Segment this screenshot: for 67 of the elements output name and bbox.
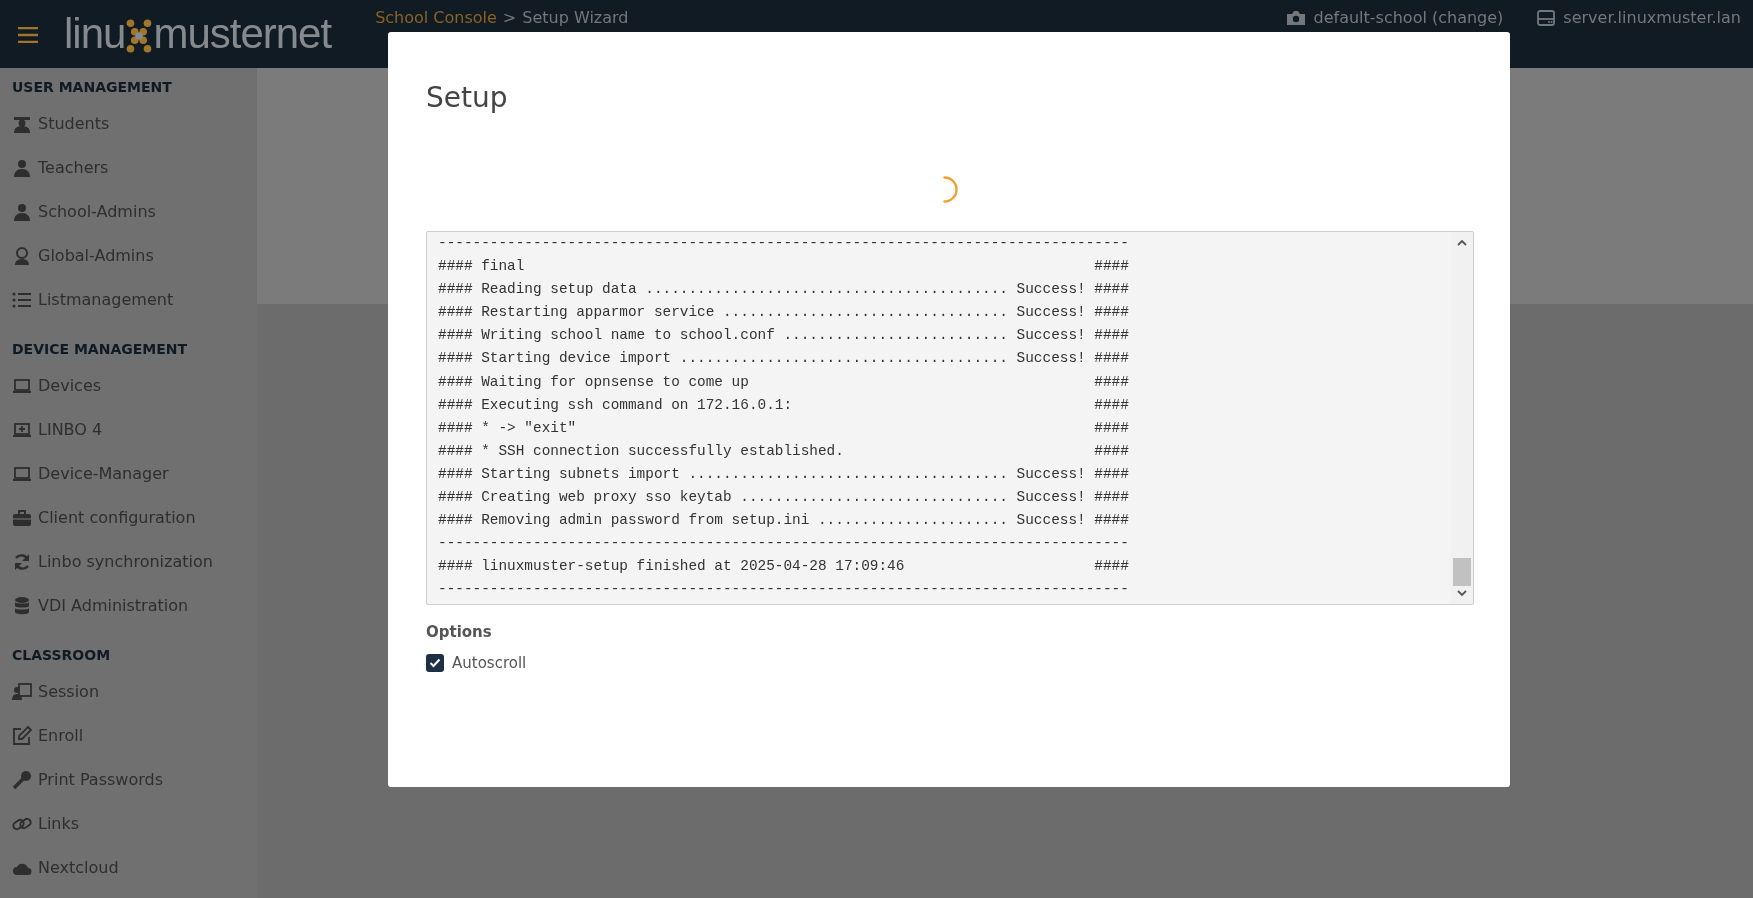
sidebar-heading: DEVICE MANAGEMENT bbox=[12, 340, 189, 359]
server-name: server.linuxmuster.lan bbox=[1563, 7, 1741, 29]
sidebar-link[interactable]: Global-Admins bbox=[12, 234, 257, 278]
sidebar-link[interactable]: Enroll bbox=[12, 714, 257, 758]
logo-text: net bbox=[275, 13, 332, 55]
log-line: #### Writing school name to school.conf .......................... Success! #### bbox=[438, 326, 1130, 346]
breadcrumb-current: Setup Wizard bbox=[522, 7, 629, 29]
log-line: #### Creating web proxy sso keytab ............................... Success! #### bbox=[438, 488, 1130, 508]
sidebar-link[interactable]: Client configuration bbox=[12, 496, 257, 540]
sidebar-link[interactable]: Students bbox=[12, 102, 257, 146]
log-line: -------------------------------------------------------------------------------- bbox=[438, 534, 1130, 554]
logo-mark-icon bbox=[126, 19, 153, 53]
log-line: -------------------------------------------------------------------------------- bbox=[438, 580, 1130, 600]
server-icon bbox=[1537, 10, 1556, 26]
person-icon bbox=[12, 246, 32, 266]
log-line: #### Starting subnets import ..................................... Success! #### bbox=[438, 464, 1130, 484]
menu-icon[interactable] bbox=[18, 26, 38, 43]
sync-icon bbox=[12, 552, 32, 572]
log-line: -------------------------------------------------------------------------------- bbox=[438, 234, 1130, 253]
sidebar-link[interactable]: Teachers bbox=[12, 146, 257, 190]
sidebar-link[interactable]: Listmanagement bbox=[12, 278, 257, 322]
sidebar-link[interactable]: Devices bbox=[12, 364, 257, 408]
log-line: #### Waiting for opnsense to come up #### bbox=[438, 372, 1130, 392]
database-icon bbox=[12, 596, 32, 616]
person-icon bbox=[12, 158, 32, 178]
sidebar-heading: CLASSROOM bbox=[12, 646, 112, 665]
sidebar-link[interactable]: VDI Administration bbox=[12, 584, 257, 628]
key-icon bbox=[12, 770, 32, 790]
sidebar-link[interactable]: Links bbox=[12, 802, 257, 846]
options-heading: Options bbox=[426, 622, 493, 643]
sidebar-link[interactable]: Nextcloud bbox=[12, 846, 257, 890]
toolbox-icon bbox=[12, 508, 32, 528]
log-line: #### Restarting apparmor service ................................. Success! #### bbox=[438, 303, 1130, 323]
checkbox-label: Autoscroll bbox=[452, 652, 527, 674]
log-line: #### Removing admin password from setup.ini ...................... Success! #### bbox=[438, 511, 1130, 531]
breadcrumb-separator: > bbox=[502, 7, 517, 29]
sidebar-link[interactable]: School-Admins bbox=[12, 190, 257, 234]
camera-icon bbox=[1285, 10, 1306, 26]
list-icon bbox=[12, 290, 32, 310]
checkbox[interactable] bbox=[426, 653, 444, 672]
log-line: #### Starting device import ...................................... Success! #### bbox=[438, 349, 1130, 369]
scroll-up-icon[interactable] bbox=[1456, 238, 1468, 246]
log-line: #### * -> "exit" #### bbox=[438, 418, 1130, 438]
sidebar-link[interactable]: Linbo synchronization bbox=[12, 540, 257, 584]
log-line: #### final #### bbox=[438, 257, 1130, 277]
person-icon bbox=[12, 202, 32, 222]
breadcrumb-link[interactable]: School Console bbox=[375, 6, 497, 30]
log-line: #### * SSH connection successfully established. #### bbox=[438, 441, 1130, 461]
sidebar-heading: USER MANAGEMENT bbox=[12, 78, 173, 97]
laptop-icon bbox=[12, 464, 32, 484]
scrollbar-thumb[interactable] bbox=[1453, 558, 1471, 586]
scroll-down-icon[interactable] bbox=[1456, 590, 1468, 598]
laptop-icon bbox=[12, 420, 32, 440]
sidebar-link[interactable]: Device-Manager bbox=[12, 452, 257, 496]
sidebar-link[interactable]: Session bbox=[12, 670, 257, 714]
sidebar-link[interactable]: Print Passwords bbox=[12, 758, 257, 802]
laptop-icon bbox=[12, 376, 32, 396]
dialog-title: Setup bbox=[426, 80, 509, 116]
log-line: #### Executing ssh command on 172.16.0.1: #### bbox=[438, 395, 1130, 415]
logo-text: linu bbox=[64, 13, 126, 55]
school-selector[interactable]: default-school (change) bbox=[1313, 6, 1504, 30]
log-line: #### linuxmuster-setup finished at 2025-04-28 17:09:46 #### bbox=[438, 557, 1130, 577]
sidebar-link[interactable]: LINBO 4 bbox=[12, 408, 257, 452]
log-line: #### Reading setup data .......................................... Success! #### bbox=[438, 280, 1130, 300]
edit-icon bbox=[12, 726, 32, 746]
logo-text: muster bbox=[153, 13, 276, 55]
presentation-icon bbox=[12, 682, 32, 702]
